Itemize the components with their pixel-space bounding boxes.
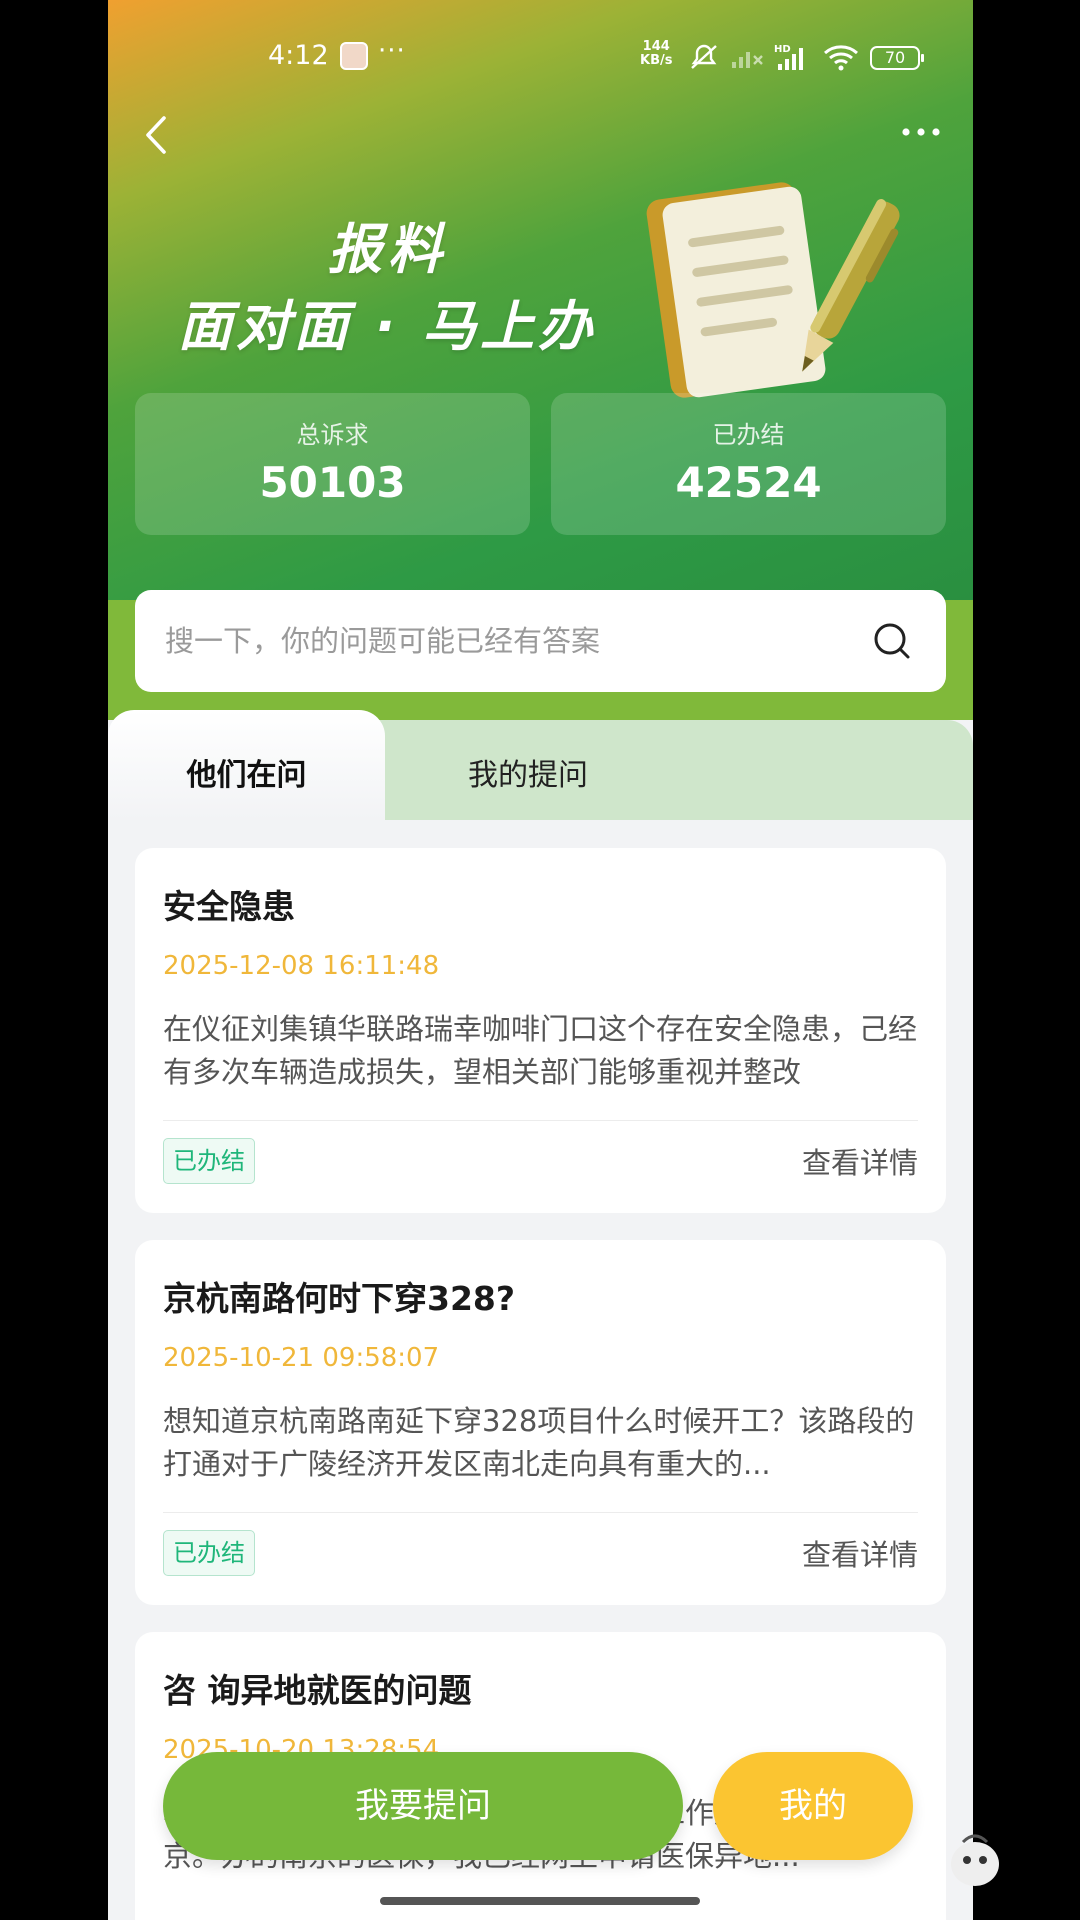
tab-my-questions-label: 我的提问 xyxy=(468,758,588,793)
status-badge: 已办结 xyxy=(163,1138,255,1184)
search-icon[interactable] xyxy=(872,621,912,661)
stat-total-label: 总诉求 xyxy=(296,421,369,449)
home-indicator[interactable] xyxy=(380,1897,700,1905)
hd-label: HD xyxy=(774,44,791,55)
question-tabs: 他们在问 我的提问 xyxy=(108,710,973,820)
card-divider xyxy=(163,1512,918,1513)
net-speed-value: 144 xyxy=(642,39,670,54)
battery-indicator: 70 xyxy=(870,46,924,70)
tab-others-asking-label: 他们在问 xyxy=(186,758,307,793)
question-description: 在仪征刘集镇华联路瑞幸咖啡门口这个存在安全隐患，己经有多次车辆造成损失，望相关部… xyxy=(163,1012,918,1089)
question-title: 咨 询异地就医的问题 xyxy=(163,1671,472,1710)
question-title: 安全隐患 xyxy=(163,887,295,926)
question-description: 想知道京杭南路南延下穿328项目什么时候开工？该路段的打通对于广陵经济开发区南北… xyxy=(163,1404,915,1481)
notepad-pen-illustration-icon xyxy=(646,182,900,398)
stat-total-value: 50103 xyxy=(259,458,406,507)
tab-others-asking[interactable]: 他们在问 xyxy=(108,710,385,820)
status-more-dots: ··· xyxy=(378,36,406,66)
my-profile-button[interactable]: 我的 xyxy=(713,1752,913,1860)
question-date: 2025-12-08 16:11:48 xyxy=(163,951,440,981)
net-speed-unit: KB/s xyxy=(640,53,673,68)
more-options-icon[interactable] xyxy=(898,112,948,152)
slogan-subtitle: 面对面 · 马上办 xyxy=(178,295,597,358)
notification-avatar-icon xyxy=(340,42,368,70)
question-card[interactable]: 安全隐患 2025-12-08 16:11:48 在仪征刘集镇华联路瑞幸咖啡门口… xyxy=(135,848,946,1213)
floating-assistant-icon[interactable] xyxy=(945,1830,1005,1888)
status-bar: 4:12 ··· 144 KB/s HD 70 xyxy=(108,36,973,78)
app-screen: 4:12 ··· 144 KB/s HD 70 报料 面对面 · 马上办 总诉求… xyxy=(108,0,973,1920)
view-details-link[interactable]: 查看详情 xyxy=(802,1140,918,1182)
tab-my-questions[interactable]: 我的提问 xyxy=(398,720,658,820)
ask-question-button[interactable]: 我要提问 xyxy=(163,1752,683,1860)
signal-weak-icon xyxy=(732,52,763,68)
signal-strong-icon: HD xyxy=(774,44,803,70)
status-time: 4:12 xyxy=(268,40,329,71)
stat-done-value: 42524 xyxy=(675,458,822,507)
wifi-icon xyxy=(824,45,858,71)
slogan-title: 报料 xyxy=(328,218,448,281)
net-speed: 144 KB/s xyxy=(640,40,672,68)
question-date: 2025-10-21 09:58:07 xyxy=(163,1343,440,1373)
status-badge: 已办结 xyxy=(163,1530,255,1576)
stat-total-requests: 总诉求 50103 xyxy=(135,393,530,535)
card-divider xyxy=(163,1120,918,1121)
back-arrow-icon[interactable] xyxy=(138,110,178,160)
stat-completed: 已办结 42524 xyxy=(551,393,946,535)
search-bar xyxy=(135,590,946,692)
mute-icon xyxy=(691,44,717,69)
stat-done-label: 已办结 xyxy=(712,421,785,449)
question-card[interactable]: 京杭南路何时下穿328? 2025-10-21 09:58:07 想知道京杭南路… xyxy=(135,1240,946,1605)
search-input[interactable] xyxy=(163,612,847,670)
view-details-link[interactable]: 查看详情 xyxy=(802,1532,918,1574)
question-title: 京杭南路何时下穿328? xyxy=(163,1279,516,1318)
